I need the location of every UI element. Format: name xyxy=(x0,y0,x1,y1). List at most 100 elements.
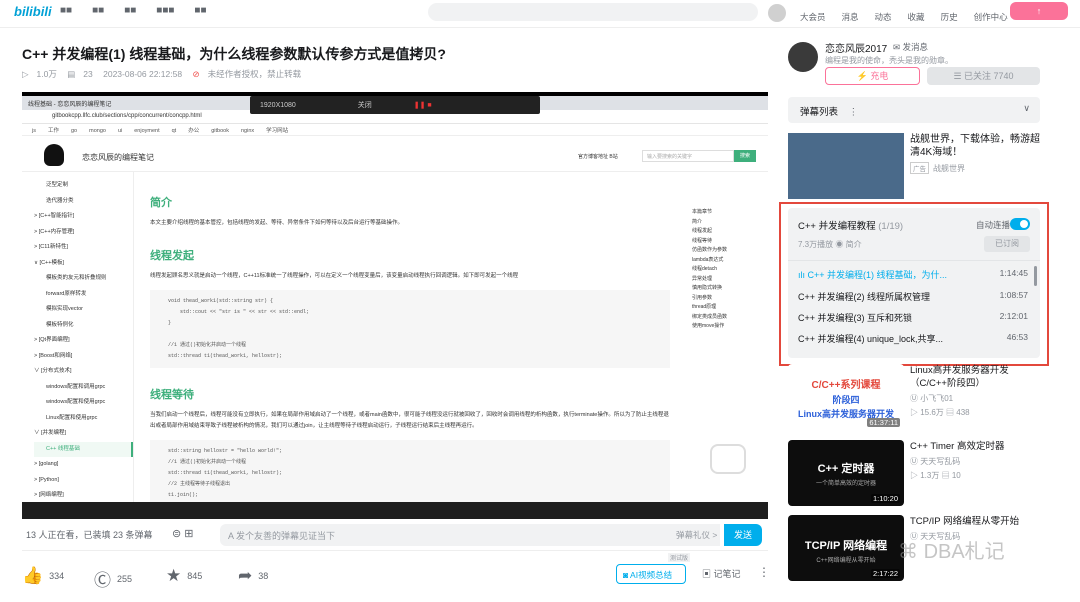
more-options-icon[interactable]: ⋮ xyxy=(758,565,770,579)
share-button[interactable]: ➦ 38 xyxy=(238,566,268,586)
blog-toc-item: 线程等待 xyxy=(692,237,713,244)
bookmark: mongo xyxy=(89,128,106,134)
nav-link[interactable]: ■■■ xyxy=(156,5,174,16)
autoplay-toggle[interactable] xyxy=(1010,218,1030,230)
thumbnail-title: C/C++系列课程 xyxy=(811,380,881,391)
ad-author[interactable]: 战舰世界 xyxy=(933,164,965,173)
danmaku-toggle-icon[interactable]: ⊜ ⊞ xyxy=(172,527,194,540)
divider xyxy=(788,260,1040,261)
episode-duration: 1:14:45 xyxy=(999,268,1028,278)
danmaku-send-button[interactable]: 发送 xyxy=(724,524,762,546)
ai-summary-button[interactable]: ◙ AI视频总结 xyxy=(616,564,686,584)
blog-toc-item: 绑定类成员函数 xyxy=(692,313,728,320)
blog-toc-item: 简介 xyxy=(692,218,703,225)
windows-taskbar xyxy=(22,502,768,519)
episode-duration: 1:08:57 xyxy=(999,290,1028,300)
video-title[interactable]: TCP/IP 网络编程从零开始 xyxy=(910,515,1040,528)
bookmark: 学习网站 xyxy=(266,128,289,134)
recommended-video[interactable]: C++ 定时器 一个简单高效的定时器 1:10:20 C++ Timer 高效定… xyxy=(788,440,1040,506)
nav-link[interactable]: ■■ xyxy=(92,5,104,16)
play-count-icon: ▷ xyxy=(22,69,29,79)
charge-button[interactable]: ⚡ 充电 xyxy=(825,67,920,85)
blog-toc-item: 线程发起 xyxy=(692,228,713,234)
code-line: std::thread t1(thead_work1, hellostr); xyxy=(168,353,283,359)
avatar[interactable] xyxy=(768,4,786,22)
coin-button[interactable]: Ⓒ 255 xyxy=(94,566,132,591)
blog-sidebar-item: > [C11新特性] xyxy=(34,244,68,250)
blog-toc-item: 使用move操作 xyxy=(692,323,725,329)
thumb-up-icon: 👍 xyxy=(22,566,44,585)
ad-title[interactable]: 战舰世界，下载体验，畅游超清4K海域！ xyxy=(910,133,1040,159)
blog-sidebar-item: > [Python] xyxy=(34,476,59,483)
nav-links: ■■ ■■ ■■ ■■■ ■■ xyxy=(60,5,227,16)
history-link[interactable]: 历史 xyxy=(941,12,958,22)
nav-link[interactable]: ■■ xyxy=(194,5,206,16)
playlist-scrollbar[interactable] xyxy=(1034,266,1037,286)
subscribed-button[interactable]: 已订阅 xyxy=(984,236,1030,252)
playlist-episode[interactable]: C++ 并发编程(4) unique_lock,共享... 46:53 xyxy=(798,332,1034,345)
blog-toc-item: lambda表达式 xyxy=(692,256,724,263)
blog-sidebar-item: > [C++内存管理] xyxy=(34,228,75,235)
recommended-video[interactable]: C/C++系列课程 阶段四 Linux高并发服务器开发 61:37:11 Lin… xyxy=(788,364,1040,430)
playlist-episode[interactable]: C++ 并发编程(2) 线程所属权管理 1:08:57 xyxy=(798,290,1034,303)
playlist-episode[interactable]: ılı C++ 并发编程(1) 线程基础，为什... 1:14:45 xyxy=(798,268,1034,281)
danmaku: 438 xyxy=(956,408,970,417)
uploader-name[interactable]: 恋恋风辰2017 xyxy=(825,40,887,55)
episode-title: C++ 并发编程(2) 线程所属权管理 xyxy=(798,292,931,302)
message-link[interactable]: 消息 xyxy=(842,12,859,22)
creator-link[interactable]: 创作中心 xyxy=(974,12,1008,22)
more-icon[interactable]: ⋮ xyxy=(849,107,859,118)
author-name: 天天写乱码 xyxy=(920,457,961,466)
send-message-link[interactable]: ✉ 发消息 xyxy=(893,41,928,53)
play-count: 1.0万 xyxy=(36,69,57,79)
nav-link[interactable]: ■■ xyxy=(60,5,72,16)
bookmark: ui xyxy=(117,128,123,134)
vip-link[interactable]: 大会员 xyxy=(800,12,826,22)
video-author[interactable]: Ⓤ 天天写乱码 xyxy=(910,456,960,467)
note-button[interactable]: ▣ 记笔记 xyxy=(702,567,741,580)
favorites-link[interactable]: 收藏 xyxy=(908,12,925,22)
playlist-intro[interactable]: 简介 xyxy=(846,240,862,249)
like-button[interactable]: 👍 334 xyxy=(22,566,64,586)
danmaku-input[interactable]: A 发个友善的弹幕见证当下 xyxy=(220,524,720,546)
bookmark: gitbook xyxy=(211,128,229,134)
search-input[interactable] xyxy=(428,3,758,21)
video-thumbnail[interactable]: C++ 定时器 一个简单高效的定时器 1:10:20 xyxy=(788,440,904,506)
danmaku-list-title: 弹幕列表 xyxy=(800,107,839,118)
star-icon: ★ xyxy=(166,566,182,585)
video-thumbnail[interactable]: TCP/IP 网络编程 C++网络编程从零开始 2:17:22 xyxy=(788,515,904,581)
video-author[interactable]: Ⓤ 小飞飞01 xyxy=(910,393,953,404)
video-title[interactable]: Linux高并发服务器开发（C/C++阶段四） xyxy=(910,364,1040,390)
danmaku-list-toggle[interactable]: 弹幕列表 ⋮ ∨ xyxy=(788,97,1040,123)
code-line: std::thread t1(thead_work1, hellostr); xyxy=(168,470,283,476)
playing-indicator-icon: ılı xyxy=(798,270,808,280)
share-count: 38 xyxy=(258,571,269,581)
chevron-down-icon: ∨ xyxy=(1023,103,1030,113)
follow-button[interactable]: ☰ 已关注 7740 xyxy=(927,67,1040,85)
playlist-stats: 7.3万播放 ◉ 简介 xyxy=(798,239,862,250)
episode-duration: 46:53 xyxy=(1006,332,1028,342)
video-thumbnail[interactable]: C/C++系列课程 阶段四 Linux高并发服务器开发 61:37:11 xyxy=(788,364,904,430)
playlist-episode[interactable]: C++ 并发编程(3) 互斥和死锁 2:12:01 xyxy=(798,311,1034,324)
upload-button[interactable]: ↑ xyxy=(1010,2,1068,20)
favorite-button[interactable]: ★ 845 xyxy=(166,566,202,586)
nav-link[interactable]: ■■ xyxy=(124,5,136,16)
danmaku-etiquette[interactable]: 弹幕礼仪 > xyxy=(676,529,717,541)
uploader-signature: 编程是我的使命，秃头是我的勋章。 xyxy=(825,56,953,65)
blog-sidebar-item: > [Boost和网络] xyxy=(34,352,73,359)
playlist-title[interactable]: C++ 并发编程教程 (1/19) xyxy=(798,218,903,232)
bilibili-logo[interactable]: bilibili xyxy=(14,4,52,20)
blog-toc-item: 线程detach xyxy=(692,266,718,272)
dynamic-link[interactable]: 动态 xyxy=(875,12,892,22)
ad-thumbnail[interactable] xyxy=(788,133,904,199)
thumbnail-subtitle: C++网络编程从零开始 xyxy=(816,558,876,564)
blog-search-input: 输入要搜索的关键字 xyxy=(642,150,734,162)
playlist-title-text: C++ 并发编程教程 xyxy=(798,221,876,232)
coin-count: 255 xyxy=(117,573,133,584)
uploader-avatar[interactable] xyxy=(788,42,818,72)
video-title[interactable]: C++ Timer 高效定时器 xyxy=(910,440,1040,453)
video-player[interactable]: 线程基础 - 恋恋风辰的编程笔记 gitbookcpp.llfc.club/se… xyxy=(22,92,768,519)
blog-sidebar-item: ∨ [分布式技术] xyxy=(34,368,72,374)
code-block-2: std::string hellostr = "hello world!";//… xyxy=(150,440,670,507)
play-overlay-icon[interactable] xyxy=(710,444,746,474)
